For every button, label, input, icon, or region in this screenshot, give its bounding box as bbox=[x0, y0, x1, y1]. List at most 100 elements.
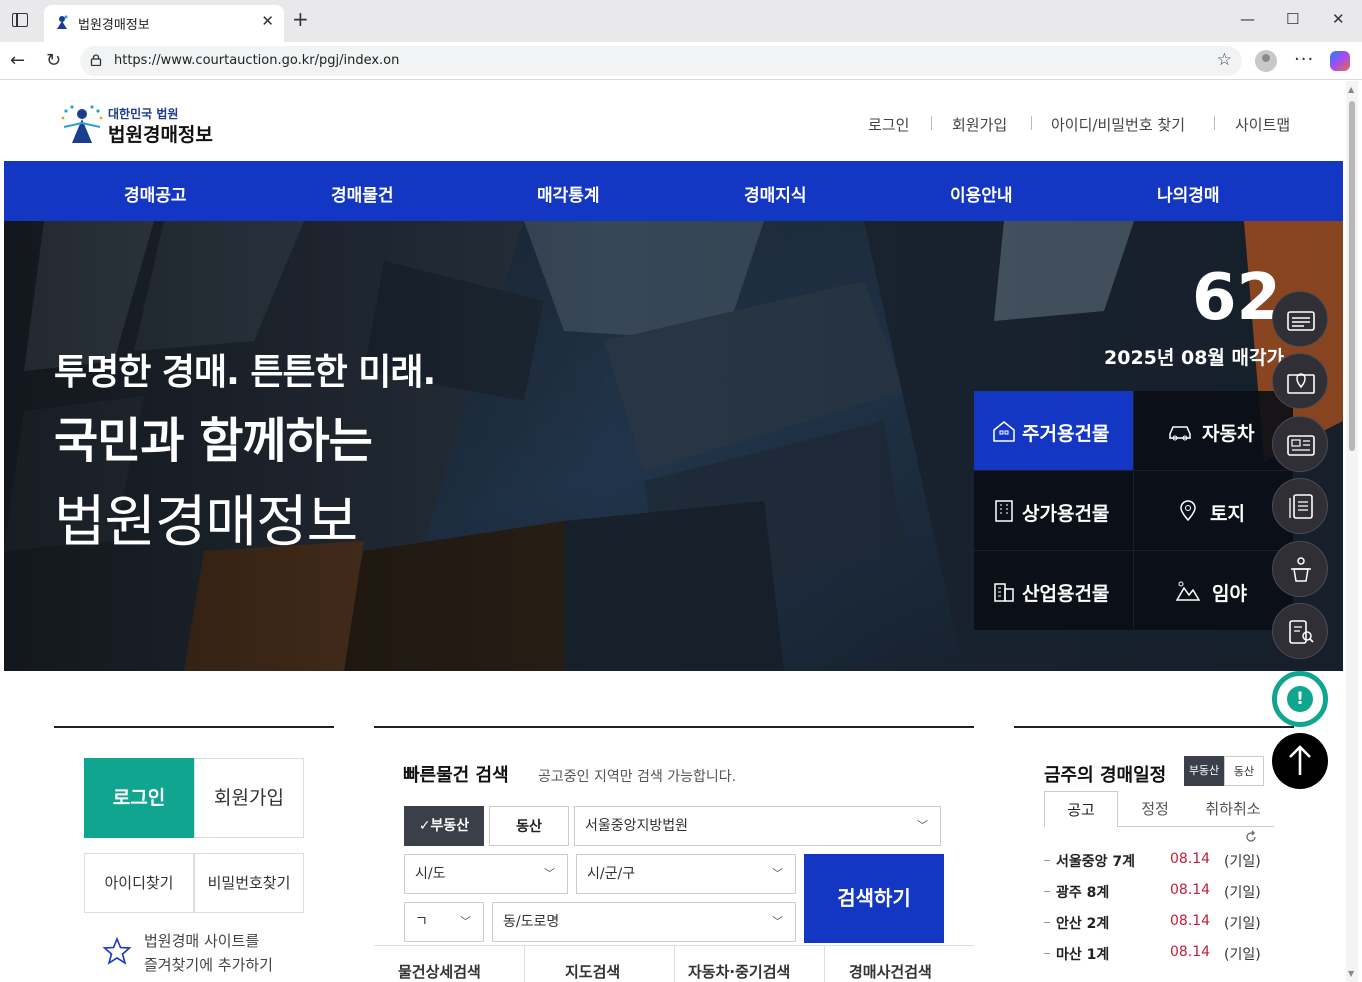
list-item[interactable]: 서울중앙 7계 08.14 (기일) bbox=[1044, 851, 1274, 875]
quick-search-description: 공고중인 지역만 검색 가능합니다. bbox=[538, 769, 737, 785]
weekly-tab-correction[interactable]: 정정 bbox=[1118, 791, 1192, 827]
site-logo[interactable]: 대한민국 법원 법원경매정보 bbox=[60, 103, 240, 146]
nav-auction-notice[interactable]: 경매공고 bbox=[124, 181, 187, 206]
tab-case-search[interactable]: 경매사건검색 bbox=[849, 961, 932, 982]
category-industrial[interactable]: 산업용건물 bbox=[974, 551, 1133, 630]
list-item[interactable]: 마산 1계 08.14 (기일) bbox=[1044, 944, 1274, 968]
quick-knowledge-button[interactable] bbox=[1272, 478, 1328, 534]
category-label: 주거용건물 bbox=[1022, 423, 1110, 445]
close-tab-icon[interactable]: ✕ bbox=[261, 12, 274, 30]
weekly-tab-withdrawal[interactable]: 취하취소 bbox=[1192, 791, 1274, 827]
dong-select-value: 동/도로명 bbox=[503, 914, 560, 930]
court-select-value: 서울중앙지방법원 bbox=[585, 818, 689, 834]
court-favicon-icon bbox=[57, 15, 68, 29]
tab-map-search[interactable]: 지도검색 bbox=[565, 961, 620, 982]
scroll-down-icon[interactable]: ▼ bbox=[1348, 969, 1354, 978]
quick-case-search-button[interactable] bbox=[1272, 603, 1328, 659]
copilot-icon[interactable] bbox=[1330, 51, 1350, 71]
category-forest[interactable]: 임야 bbox=[1134, 551, 1293, 630]
category-grid: 주거용건물 자동차 상가용건물 토지 산업용건물 임야 bbox=[974, 391, 1294, 631]
segment-real-estate[interactable]: ✓부동산 bbox=[404, 806, 484, 846]
url-field[interactable]: https://www.courtauction.go.kr/pgj/index… bbox=[80, 46, 1242, 76]
scroll-top-button[interactable] bbox=[1272, 733, 1328, 789]
util-sitemap-link[interactable]: 사이트맵 bbox=[1235, 114, 1290, 135]
favorite-star-icon[interactable]: ☆ bbox=[1217, 50, 1232, 70]
category-label: 토지 bbox=[1210, 503, 1245, 525]
url-text: https://www.courtauction.go.kr/pgj/index… bbox=[114, 53, 400, 68]
category-commercial[interactable]: 상가용건물 bbox=[974, 471, 1133, 550]
maximize-icon[interactable]: ☐ bbox=[1286, 10, 1299, 28]
factory-icon bbox=[994, 583, 1014, 602]
quick-auction-result-button[interactable] bbox=[1272, 541, 1328, 597]
divider bbox=[931, 116, 932, 130]
auction-podium-icon bbox=[1291, 557, 1311, 582]
sidebar-toggle-icon[interactable] bbox=[12, 13, 28, 27]
nav-auction-knowledge[interactable]: 경매지식 bbox=[744, 181, 807, 206]
building-icon bbox=[995, 500, 1013, 522]
tab-vehicle-search[interactable]: 자동차·중기검색 bbox=[688, 961, 790, 982]
hero-banner: 투명한 경매. 튼튼한 미래. 국민과 함께하는 법원경매정보 62 2025년… bbox=[4, 221, 1343, 671]
browser-tab[interactable]: 법원경매정보 ✕ bbox=[44, 5, 284, 42]
weekly-segment-movable[interactable]: 동산 bbox=[1224, 756, 1264, 786]
nav-auction-items[interactable]: 경매물건 bbox=[331, 181, 394, 206]
category-label: 산업용건물 bbox=[1022, 583, 1110, 605]
more-menu-icon[interactable]: ··· bbox=[1294, 49, 1314, 70]
schedule-court: 광주 8계 bbox=[1056, 885, 1110, 901]
schedule-court: 서울중앙 7계 bbox=[1056, 854, 1136, 870]
find-id-button[interactable]: 아이디찾기 bbox=[84, 853, 194, 913]
dong-select[interactable]: 동/도로명 ﹀ bbox=[492, 902, 796, 942]
sigungu-select[interactable]: 시/군/구 ﹀ bbox=[576, 854, 796, 894]
reload-icon[interactable]: ↻ bbox=[46, 50, 61, 71]
segment-movable[interactable]: 동산 bbox=[489, 806, 569, 846]
newspaper-icon bbox=[1287, 435, 1315, 456]
page-scrollbar[interactable]: ▲ ▼ bbox=[1346, 81, 1358, 982]
scrollbar-thumb[interactable] bbox=[1349, 101, 1355, 451]
chevron-down-icon: ﹀ bbox=[917, 819, 928, 832]
search-button[interactable]: 검색하기 bbox=[804, 854, 944, 943]
weekly-segment-real-estate[interactable]: 부동산 bbox=[1184, 756, 1224, 786]
notice-alert-button[interactable]: ! bbox=[1272, 671, 1328, 727]
category-land[interactable]: 토지 bbox=[1134, 471, 1293, 550]
chevron-down-icon: ﹀ bbox=[772, 915, 783, 928]
add-favorite-link[interactable]: 법원경매 사이트를 즐겨찾기에 추가하기 bbox=[144, 929, 273, 977]
util-find-account-link[interactable]: 아이디/비밀번호 찾기 bbox=[1051, 114, 1185, 135]
schedule-date: 08.14 bbox=[1170, 851, 1211, 867]
tab-detail-search[interactable]: 물건상세검색 bbox=[398, 961, 481, 982]
refresh-icon[interactable] bbox=[1244, 830, 1258, 844]
initial-consonant-select[interactable]: ㄱ ﹀ bbox=[404, 902, 484, 942]
bullet-dash bbox=[1044, 953, 1050, 954]
schedule-court: 안산 2계 bbox=[1056, 916, 1110, 932]
minimize-icon[interactable]: — bbox=[1240, 10, 1255, 28]
util-join-link[interactable]: 회원가입 bbox=[952, 114, 1007, 135]
back-icon[interactable]: ← bbox=[10, 50, 25, 71]
weekly-tab-notice[interactable]: 공고 bbox=[1044, 791, 1118, 827]
schedule-status: (기일) bbox=[1224, 854, 1261, 870]
join-button[interactable]: 회원가입 bbox=[194, 758, 304, 838]
find-password-button[interactable]: 비밀번호찾기 bbox=[194, 853, 304, 913]
quick-auction-notice-button[interactable] bbox=[1272, 291, 1328, 347]
document-search-icon bbox=[1289, 620, 1314, 644]
util-login-link[interactable]: 로그인 bbox=[868, 114, 909, 135]
divider bbox=[1031, 116, 1032, 130]
bullet-dash bbox=[1044, 860, 1050, 861]
list-item[interactable]: 광주 8계 08.14 (기일) bbox=[1044, 882, 1274, 906]
sido-select[interactable]: 시/도 ﹀ bbox=[404, 854, 568, 894]
quick-map-search-button[interactable] bbox=[1272, 353, 1328, 409]
schedule-status: (기일) bbox=[1224, 885, 1261, 901]
court-select[interactable]: 서울중앙지방법원 ﹀ bbox=[574, 806, 941, 846]
sale-count-label: 2025년 08월 매각가 bbox=[1104, 347, 1284, 369]
profile-avatar[interactable] bbox=[1255, 50, 1277, 72]
scroll-up-icon[interactable]: ▲ bbox=[1348, 85, 1354, 94]
category-residential[interactable]: 주거용건물 bbox=[974, 391, 1133, 470]
nav-usage-guide[interactable]: 이용안내 bbox=[950, 181, 1013, 206]
list-item[interactable]: 안산 2계 08.14 (기일) bbox=[1044, 913, 1274, 937]
category-vehicle[interactable]: 자동차 bbox=[1134, 391, 1293, 470]
nav-sale-statistics[interactable]: 매각통계 bbox=[537, 181, 600, 206]
map-pin-icon bbox=[1287, 373, 1315, 394]
login-button[interactable]: 로그인 bbox=[84, 758, 194, 838]
new-tab-icon[interactable]: + bbox=[292, 9, 309, 29]
close-window-icon[interactable]: ✕ bbox=[1332, 10, 1345, 28]
schedule-status: (기일) bbox=[1224, 947, 1261, 963]
quick-statistics-button[interactable] bbox=[1272, 416, 1328, 472]
nav-my-auction[interactable]: 나의경매 bbox=[1157, 181, 1220, 206]
